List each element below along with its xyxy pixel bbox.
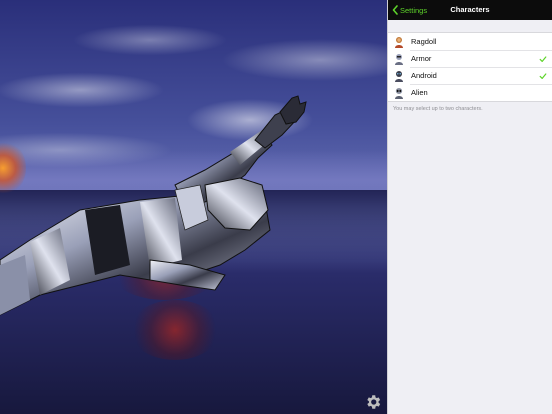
- selection-hint: You may select up to two characters.: [393, 106, 483, 112]
- checkmark-icon: [539, 72, 547, 79]
- alien-icon: [395, 87, 403, 99]
- back-to-settings-button[interactable]: Settings: [392, 0, 427, 20]
- settings-gear-button[interactable]: [362, 391, 384, 413]
- navigation-bar: Settings Characters: [388, 0, 552, 20]
- character-label: Ragdoll: [411, 37, 437, 46]
- character-row-armor[interactable]: Armor: [388, 50, 552, 67]
- scene-view[interactable]: [0, 0, 387, 414]
- armor-icon: [395, 53, 403, 65]
- character-row-android[interactable]: Android: [388, 67, 552, 84]
- back-button-label: Settings: [400, 5, 428, 15]
- characters-panel: Settings Characters Ragdoll Armor Androi…: [387, 0, 552, 414]
- checkmark-icon: [539, 55, 547, 62]
- armor-character: [0, 95, 307, 316]
- character-label: Armor: [411, 54, 432, 63]
- character-row-alien[interactable]: Alien: [388, 84, 552, 101]
- chevron-left-icon: [392, 5, 398, 15]
- character-list: Ragdoll Armor Android Alien: [388, 32, 552, 102]
- character-label: Alien: [411, 88, 428, 97]
- gear-icon: [367, 395, 381, 409]
- ragdoll-icon: [395, 36, 403, 48]
- character-label: Android: [411, 71, 437, 80]
- android-icon: [395, 70, 403, 82]
- character-row-ragdoll[interactable]: Ragdoll: [388, 33, 552, 50]
